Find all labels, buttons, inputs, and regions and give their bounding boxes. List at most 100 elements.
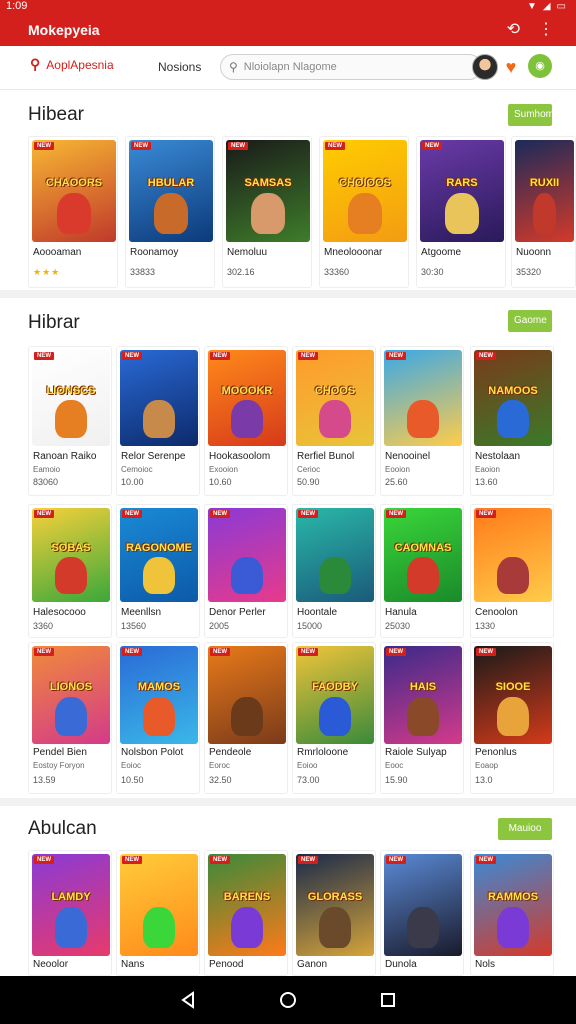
game-card[interactable]: SAMSAS NEW Nemoluu 302.16 xyxy=(222,136,312,288)
section-title: Hibrar xyxy=(28,312,80,333)
badge-tag: NEW xyxy=(210,856,230,864)
game-card[interactable]: FAODBY NEW Rmrloloone Eoioo 73.00 xyxy=(292,642,376,794)
game-card[interactable]: NEW Hoontale 15000 xyxy=(292,504,376,638)
game-card[interactable]: NEW Dunola xyxy=(380,850,464,976)
back-icon[interactable] xyxy=(178,990,198,1010)
game-price: 10.60 xyxy=(209,477,232,487)
game-card[interactable]: LIONOS NEW Pendel Bien Eostoy Foryon 13.59 xyxy=(28,642,112,794)
game-card[interactable]: NAMOOS NEW Nestolaan Eaoion 13.60 xyxy=(470,346,554,496)
game-title: Meenllsn xyxy=(121,607,162,618)
tab-nosions[interactable]: Nosions xyxy=(158,60,201,74)
game-card[interactable]: CHAOORS NEW Aoooaman ★★★ xyxy=(28,136,118,288)
game-thumbnail: BARENS NEW xyxy=(208,854,286,956)
game-card[interactable]: RAGONOME NEW Meenllsn 13560 xyxy=(116,504,200,638)
game-character-art xyxy=(231,399,263,439)
section-divider xyxy=(0,290,576,298)
game-price: 35320 xyxy=(516,267,542,277)
game-card[interactable]: SOBAS NEW Halesocooo 3360 xyxy=(28,504,112,638)
apps-icon[interactable]: ◉ xyxy=(528,54,552,78)
game-card[interactable]: LIONSCS NEW Ranoan Raiko Eamoio 83060 xyxy=(28,346,112,496)
battery-icon: ▭ xyxy=(556,0,566,12)
game-card[interactable]: NEW Nenooinel Eooion 25.60 xyxy=(380,346,464,496)
game-price: 13.59 xyxy=(33,775,56,785)
game-thumbnail: NEW xyxy=(296,508,374,602)
game-price: 83060 xyxy=(33,477,59,487)
section-more-button[interactable]: Sumhome xyxy=(508,104,560,126)
game-logo-text: RAGONOME xyxy=(126,541,192,554)
game-card[interactable]: CHOIOOS NEW Mneolooonar 33360 xyxy=(319,136,409,288)
game-logo-text: LAMDY xyxy=(51,890,91,903)
badge-tag: NEW xyxy=(210,510,230,518)
home-icon[interactable] xyxy=(278,990,298,1010)
badge-tag: NEW xyxy=(298,856,318,864)
avatar[interactable] xyxy=(472,54,498,80)
app-bar-actions: ⟲ ⋮ xyxy=(507,20,554,40)
game-character-art xyxy=(497,696,529,737)
heart-icon[interactable]: ♥ xyxy=(500,54,522,80)
game-price: 73.00 xyxy=(297,775,320,785)
game-subtitle: Eaoion xyxy=(475,465,500,474)
game-title: Mneolooonar xyxy=(324,247,383,258)
game-character-art xyxy=(55,556,87,595)
game-card[interactable]: CHOOS NEW Rerfiel Bunol Cerioc 50.90 xyxy=(292,346,376,496)
game-title: Penonlus xyxy=(475,747,517,758)
more-options-icon[interactable]: ⋮ xyxy=(538,20,554,40)
search-input[interactable]: ⚲ Nloiolapn Nlagome xyxy=(220,54,482,80)
game-title: Relor Serenpe xyxy=(121,451,186,462)
section-divider xyxy=(0,798,576,806)
game-logo-text: RUXII xyxy=(529,176,560,189)
badge-tag: NEW xyxy=(476,510,496,518)
badge-tag: NEW xyxy=(386,856,406,864)
game-card[interactable]: NEW Pendeole Eoroc 32.50 xyxy=(204,642,288,794)
game-card[interactable]: GLORASS NEW Ganon xyxy=(292,850,376,976)
game-logo-text: SIOOE xyxy=(495,681,531,694)
game-thumbnail: LIONOS NEW xyxy=(32,646,110,744)
badge-tag: NEW xyxy=(476,856,496,864)
game-character-art xyxy=(143,556,175,595)
game-card[interactable]: RAMMOS NEW Nols xyxy=(470,850,554,976)
badge-tag: NEW xyxy=(210,352,230,360)
section-more-button[interactable]: Gaome xyxy=(508,310,552,332)
badge-tag: NEW xyxy=(228,142,248,150)
badge-tag: NEW xyxy=(122,856,142,864)
game-logo-text: RARS xyxy=(446,176,478,189)
game-card[interactable]: LAMDY NEW Neoolor xyxy=(28,850,112,976)
game-card[interactable]: CAOMNAS NEW Hanula 25030 xyxy=(380,504,464,638)
game-logo-text: LIONOS xyxy=(49,681,93,694)
game-card[interactable]: MOOOKR NEW Hookasoolom Exooion 10.60 xyxy=(204,346,288,496)
game-card[interactable]: NEW Cenoolon 1330 xyxy=(470,504,554,638)
recents-icon[interactable] xyxy=(378,990,398,1010)
refresh-icon[interactable]: ⟲ xyxy=(507,20,520,40)
top-nav: ⚲ AoplApesnia Nosions ⚲ Nloiolapn Nlagom… xyxy=(0,46,576,90)
badge-tag: NEW xyxy=(122,352,142,360)
game-subtitle: Eamoio xyxy=(33,465,61,474)
game-character-art xyxy=(55,399,87,439)
game-thumbnail: NEW xyxy=(208,646,286,744)
game-card[interactable]: SIOOE NEW Penonlus Eoaop 13.0 xyxy=(470,642,554,794)
game-price: 25030 xyxy=(385,621,411,631)
game-thumbnail: CAOMNAS NEW xyxy=(384,508,462,602)
status-icons: ▼ ◢ ▭ xyxy=(527,0,566,12)
game-character-art xyxy=(532,193,557,234)
game-card[interactable]: BARENS NEW Penood xyxy=(204,850,288,976)
game-card[interactable]: NEW Nans xyxy=(116,850,200,976)
game-card[interactable]: HBULAR NEW Roonamoy 33833 xyxy=(125,136,215,288)
system-nav-bar xyxy=(0,976,576,1024)
game-title: Nuoonn xyxy=(516,247,552,258)
game-card[interactable]: HAIS NEW Raiole Sulyap Eooc 15.90 xyxy=(380,642,464,794)
game-card[interactable]: RUXII Nuoonn 35320 xyxy=(511,136,576,288)
game-title: Nestolaan xyxy=(475,451,521,462)
game-subtitle: Eooion xyxy=(385,465,410,474)
game-card[interactable]: RARS NEW Atgoome 30:30 xyxy=(416,136,506,288)
badge-tag: NEW xyxy=(476,648,496,656)
game-card[interactable]: NEW Relor Serenpe Cemoioc 10.00 xyxy=(116,346,200,496)
game-card[interactable]: NEW Denor Perler 2005 xyxy=(204,504,288,638)
tab-apps[interactable]: ⚲ AoplApesnia xyxy=(30,56,114,73)
game-character-art xyxy=(407,399,439,439)
game-subtitle: Eostoy Foryon xyxy=(33,761,85,770)
section-more-button[interactable]: Mauioo xyxy=(498,818,552,840)
game-logo-text: SAMSAS xyxy=(244,176,292,189)
game-character-art xyxy=(319,907,351,948)
game-thumbnail: LAMDY NEW xyxy=(32,854,110,956)
game-card[interactable]: MAMOS NEW Nolsbon Polot Eoioc 10.50 xyxy=(116,642,200,794)
